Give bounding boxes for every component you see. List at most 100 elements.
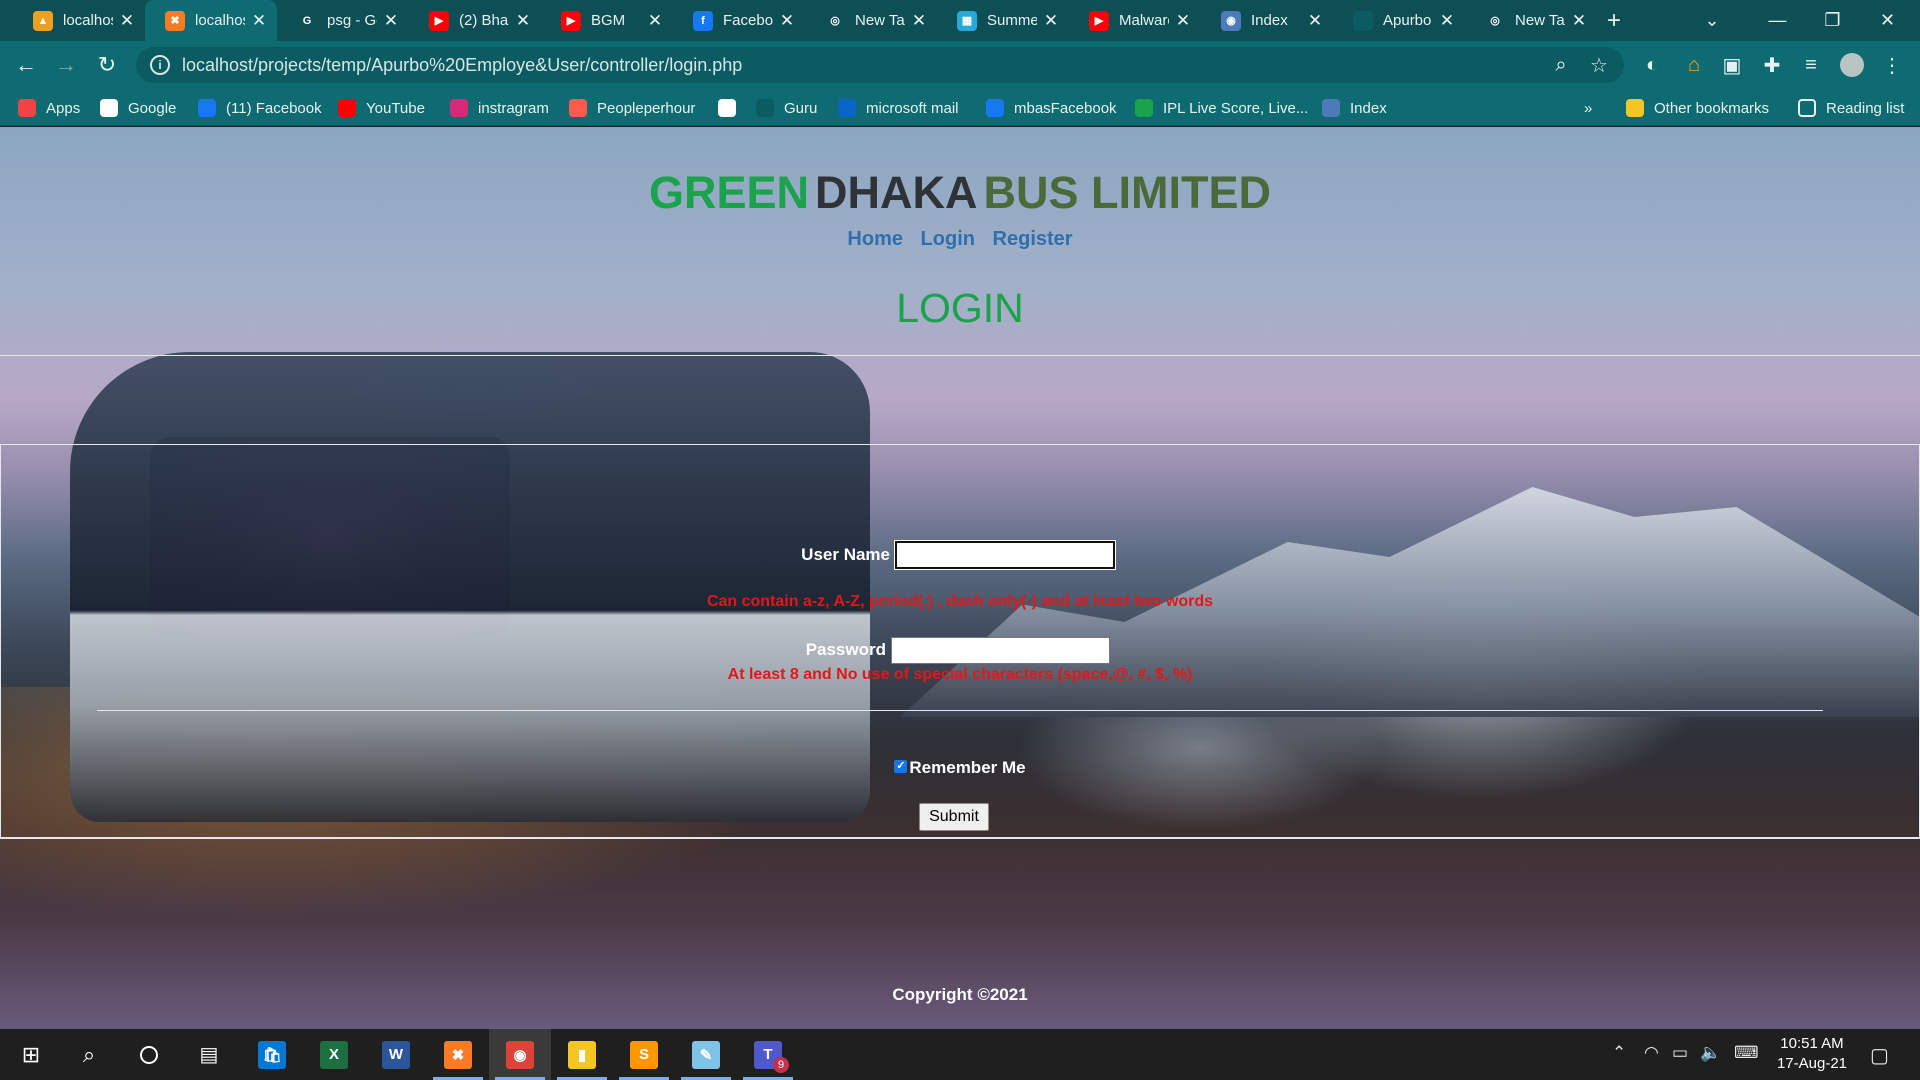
close-window-icon[interactable]: ✕ (1860, 0, 1915, 41)
google-icon: G (302, 14, 312, 27)
keyboard-icon[interactable]: ⌨ (1734, 1043, 1759, 1063)
start-windows-icon[interactable]: ⊞ (0, 1029, 62, 1080)
task-view-icon[interactable]: ▤ (178, 1029, 240, 1080)
bookmark-item[interactable]: IPL Live Score, Live... (1135, 97, 1308, 119)
close-tab-icon[interactable]: ✕ (1307, 11, 1323, 31)
store-icon[interactable]: 🛍 (241, 1029, 303, 1080)
bookmarks-bar: » Other bookmarks Reading list Apps Googl… (0, 89, 1920, 126)
menu-kebab-icon[interactable]: ⋮ (1878, 51, 1906, 79)
chrome-icon[interactable]: ◉ (489, 1029, 551, 1080)
tab-strip: ▲ localhost ✕ ✖ localhost ✕ Gpsg - Goo ✕ ▶ (2) Bh… (0, 0, 1920, 41)
close-tab-icon[interactable]: ✕ (251, 11, 267, 31)
bookmark-label: mbasFacebook (1014, 99, 1117, 117)
remember-me-checkbox[interactable]: ✓ (894, 759, 908, 773)
extensions-puzzle-icon[interactable]: ✚ (1758, 51, 1786, 79)
close-tab-icon[interactable]: ✕ (647, 11, 663, 31)
volume-icon[interactable]: 🔈 (1700, 1043, 1721, 1063)
battery-icon[interactable]: ▭ (1672, 1043, 1688, 1063)
close-tab-icon[interactable]: ✕ (1571, 11, 1587, 31)
dark-mode-extension-icon[interactable]: ◐ (1638, 51, 1666, 79)
excel-icon[interactable]: X (303, 1029, 365, 1080)
main-nav: Home Login Register (0, 228, 1920, 251)
bookmark-item[interactable]: Guru (756, 97, 817, 119)
chevron-up-icon[interactable]: ⌃ (1612, 1043, 1626, 1063)
close-tab-icon[interactable]: ✕ (779, 11, 795, 31)
password-field[interactable] (891, 637, 1110, 664)
username-field[interactable] (894, 540, 1116, 570)
word-icon[interactable]: W (365, 1029, 427, 1080)
nav-link-register[interactable]: Register (993, 228, 1073, 250)
title-word-dhaka: DHAKA (815, 167, 978, 218)
bookmark-item[interactable]: mbasFacebook (986, 97, 1117, 119)
bookmark-item[interactable]: (11) Facebook (198, 97, 322, 119)
submit-button[interactable]: Submit (919, 803, 989, 831)
new-tab-button[interactable]: + (1596, 0, 1632, 41)
forward-arrow-icon[interactable]: → (50, 49, 82, 81)
browser-tab[interactable]: ▲ localhost ✕ (13, 0, 145, 41)
tab-search-icon[interactable]: ⌄ (1694, 0, 1730, 41)
site-info-icon[interactable]: i (150, 55, 170, 75)
wifi-icon[interactable]: ◠ (1644, 1043, 1659, 1063)
browser-tab[interactable]: ▶ BGM ✕ (541, 0, 673, 41)
bookmark-item[interactable]: instragram (450, 97, 549, 119)
search-icon[interactable]: ⌕ (58, 1029, 120, 1080)
browser-tab[interactable]: Gpsg - Goo ✕ (277, 0, 409, 41)
restore-icon[interactable]: ❐ (1805, 0, 1860, 41)
close-tab-icon[interactable]: ✕ (383, 11, 399, 31)
facebook-icon (198, 99, 216, 117)
close-tab-icon[interactable]: ✕ (119, 11, 135, 31)
back-arrow-icon[interactable]: ← (10, 49, 42, 81)
close-tab-icon[interactable]: ✕ (515, 11, 531, 31)
file-explorer-icon[interactable]: ▮ (551, 1029, 613, 1080)
browser-tab[interactable]: ◉ Index ✕ (1201, 0, 1333, 41)
browser-tab[interactable]: ▦ Summer ✕ (937, 0, 1069, 41)
teams-icon[interactable]: T9 (737, 1029, 799, 1080)
xampp-icon: ▲ (33, 10, 53, 31)
bookmark-item[interactable]: Index (1322, 97, 1387, 119)
xampp-icon[interactable]: ✖ (427, 1029, 489, 1080)
zoom-icon[interactable]: ⌕ (1547, 51, 1575, 79)
tab-title: Apurbo (1383, 12, 1432, 29)
notifications-icon[interactable]: ▢ (1870, 1043, 1889, 1068)
bookmark-item[interactable] (718, 97, 746, 119)
extension-icon[interactable]: ⌂ (1680, 51, 1708, 79)
address-bar[interactable]: i localhost/projects/temp/Apurbo%20Emplo… (136, 47, 1624, 83)
browser-tab[interactable]: f Facebook ✕ (673, 0, 805, 41)
browser-tab[interactable]: ▶ (2) Bhal ✕ (409, 0, 541, 41)
bookmark-item[interactable]: Apps (18, 97, 80, 119)
bookmark-item[interactable]: microsoft mail (838, 97, 959, 119)
close-tab-icon[interactable]: ✕ (911, 11, 927, 31)
profile-avatar[interactable] (1838, 51, 1866, 79)
password-hint: At least 8 and No use of special charact… (727, 666, 1193, 683)
browser-tab[interactable]: Apurbo ✕ (1333, 0, 1465, 41)
bookmark-star-icon[interactable]: ☆ (1585, 51, 1613, 79)
instagram-icon (450, 99, 468, 117)
nav-link-home[interactable]: Home (847, 228, 903, 250)
bookmark-label: Google (128, 99, 177, 117)
bookmark-item[interactable]: YouTube (338, 97, 425, 119)
media-control-icon[interactable]: ≡ (1797, 51, 1825, 79)
bookmark-item[interactable]: Google (100, 97, 176, 119)
cortana-icon[interactable] (118, 1029, 180, 1080)
notification-badge: 9 (773, 1057, 789, 1073)
browser-tab[interactable]: ◎ New Tab ✕ (1465, 0, 1597, 41)
minimize-icon[interactable]: — (1750, 0, 1805, 41)
browser-tab[interactable]: ✖ localhost ✕ (145, 0, 277, 41)
nav-link-login[interactable]: Login (921, 228, 975, 250)
tab-title: (2) Bhal (459, 12, 509, 29)
sublime-text-icon: S (630, 1040, 658, 1069)
reload-icon[interactable]: ↻ (91, 49, 123, 81)
sublime-text-icon[interactable]: S (613, 1029, 675, 1080)
browser-tab[interactable]: ▶ Malware ✕ (1069, 0, 1201, 41)
close-tab-icon[interactable]: ✕ (1439, 11, 1455, 31)
extension-icon[interactable]: ▣ (1718, 51, 1746, 79)
notepad-icon[interactable]: ✎ (675, 1029, 737, 1080)
browser-tab[interactable]: ◎ New Tab ✕ (805, 0, 937, 41)
other-bookmarks-folder[interactable]: Other bookmarks (1626, 97, 1769, 119)
reading-list[interactable]: Reading list (1798, 97, 1904, 119)
bookmark-item[interactable]: Peopleperhour (569, 97, 695, 119)
close-tab-icon[interactable]: ✕ (1043, 11, 1059, 31)
system-clock[interactable]: 10:51 AM 17-Aug-21 (1770, 1034, 1854, 1074)
close-tab-icon[interactable]: ✕ (1175, 11, 1191, 31)
bookmarks-overflow-icon[interactable]: » (1584, 97, 1592, 119)
